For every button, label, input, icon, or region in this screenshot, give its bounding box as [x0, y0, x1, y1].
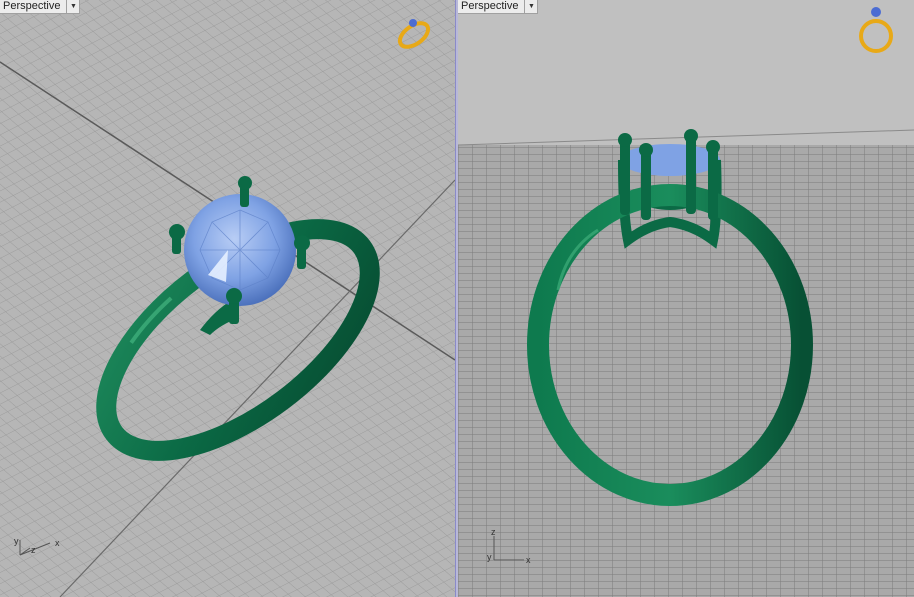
viewport-title-tab[interactable]: Perspective ▼: [0, 0, 81, 14]
viewport-left-perspective[interactable]: y z x Perspective ▼: [0, 0, 455, 597]
viewport-right-canvas[interactable]: z y x: [458, 0, 914, 597]
triangle-down-icon[interactable]: ▼: [66, 0, 79, 13]
gem-facets: [199, 209, 281, 291]
axis-label-x: x: [526, 555, 531, 565]
axis-label-z: z: [491, 527, 496, 537]
background-sky: [458, 0, 914, 145]
viewport-title: Perspective: [461, 0, 519, 12]
axis-label-x: x: [55, 538, 60, 548]
viewport-left-canvas[interactable]: y z x: [0, 0, 455, 597]
viewport-title: Perspective: [3, 0, 61, 12]
gemstone[interactable]: [620, 144, 720, 176]
construction-grid: [458, 145, 914, 597]
triangle-down-icon[interactable]: ▼: [524, 0, 537, 13]
axis-label-z: z: [31, 545, 36, 555]
axis-label-y: y: [487, 552, 492, 562]
axis-label-y: y: [14, 536, 19, 546]
viewport-right-perspective[interactable]: z y x Perspective ▼: [458, 0, 914, 597]
viewport-title-tab[interactable]: Perspective ▼: [458, 0, 539, 14]
